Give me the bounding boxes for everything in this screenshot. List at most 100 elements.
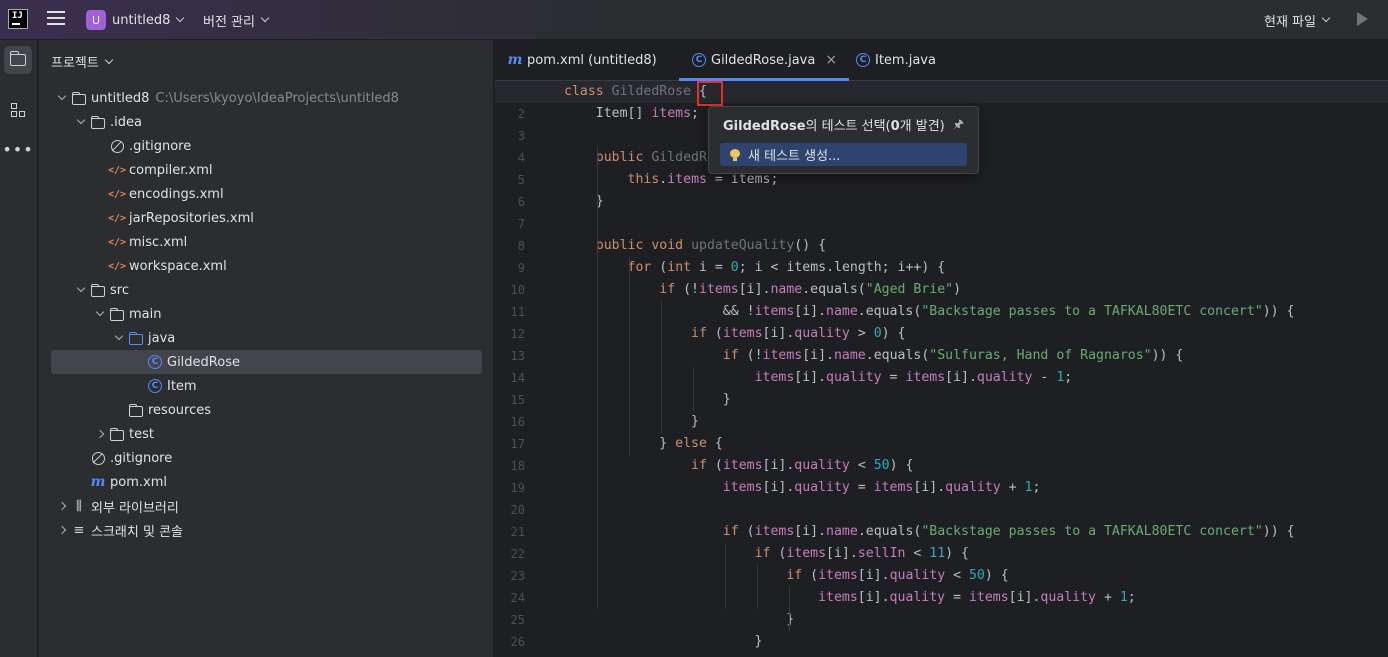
code-line[interactable]: } else {: [564, 433, 1384, 455]
tree-item-label: .gitignore: [129, 138, 192, 154]
project-tool-button[interactable]: [4, 46, 32, 74]
folder-icon: [90, 282, 106, 298]
chevron-down-icon: [104, 55, 114, 64]
tree-item[interactable]: main: [39, 302, 494, 326]
line-number: 12: [510, 327, 525, 341]
more-tools-button[interactable]: •••: [2, 136, 32, 164]
tree-item[interactable]: .idea: [39, 110, 494, 134]
code-line[interactable]: [564, 213, 1384, 235]
code-line[interactable]: items[i].quality = items[i].quality + 1;: [564, 587, 1384, 609]
create-new-test-label: 새 테스트 생성...: [748, 149, 841, 164]
code-line[interactable]: }: [564, 191, 1384, 213]
tree-item[interactable]: </> workspace.xml: [39, 254, 494, 278]
tree-item[interactable]: .gitignore: [39, 134, 494, 158]
tree-item[interactable]: .gitignore: [39, 446, 494, 470]
code-line[interactable]: items[i].quality = items[i].quality - 1;: [564, 367, 1384, 389]
tab-pom-xml[interactable]: m pom.xml (untitled8): [507, 40, 657, 80]
chevron-down-icon: [1321, 13, 1331, 23]
tree-item-label: encodings.xml: [129, 186, 224, 202]
code-line[interactable]: if (items[i].quality < 50) {: [564, 455, 1384, 477]
vcs-menu[interactable]: 버전 관리: [203, 9, 270, 31]
line-number: 3: [517, 129, 525, 143]
line-number: 10: [510, 283, 525, 297]
tree-item-path: C:\Users\kyoyo\IdeaProjects\untitled8: [155, 90, 399, 106]
main-menu-icon[interactable]: [47, 11, 65, 27]
chevron-right-icon[interactable]: [57, 525, 67, 535]
code-line[interactable]: if (!items[i].name.equals("Sulfuras, Han…: [564, 345, 1384, 367]
tree-item[interactable]: untitled8 C:\Users\kyoyo\IdeaProjects\unt…: [39, 86, 494, 110]
code-line[interactable]: }: [564, 609, 1384, 631]
tree-item[interactable]: java: [39, 326, 494, 350]
chevron-down-icon[interactable]: [57, 91, 67, 101]
tree-item[interactable]: src: [39, 278, 494, 302]
run-icon[interactable]: [1357, 12, 1368, 26]
code-line[interactable]: [564, 499, 1384, 521]
structure-icon: [10, 102, 26, 118]
line-number: 25: [510, 613, 525, 627]
code-line[interactable]: }: [564, 631, 1384, 653]
code-line[interactable]: if (items[i].name.equals("Backstage pass…: [564, 521, 1384, 543]
tree-item[interactable]: C GildedRose: [51, 350, 482, 374]
tree-item-label: compiler.xml: [129, 162, 213, 178]
chevron-down-icon[interactable]: [76, 115, 86, 125]
tree-item-label: jarRepositories.xml: [129, 210, 254, 226]
code-line[interactable]: }: [564, 411, 1384, 433]
run-config-selector[interactable]: 현재 파일: [1264, 9, 1331, 31]
chevron-down-icon[interactable]: [76, 283, 86, 293]
project-name: untitled8: [112, 12, 171, 28]
code-line[interactable]: for (int i = 0; i < items.length; i++) {: [564, 257, 1384, 279]
tree-item-label: GildedRose: [167, 354, 240, 370]
line-number: 20: [510, 503, 525, 517]
structure-tool-button[interactable]: [4, 96, 32, 124]
code-line[interactable]: && !items[i].name.equals("Backstage pass…: [564, 301, 1384, 323]
project-panel-title: 프로젝트: [51, 56, 99, 71]
tree-item[interactable]: </> encodings.xml: [39, 182, 494, 206]
tree-item[interactable]: </> compiler.xml: [39, 158, 494, 182]
code-line[interactable]: if (!items[i].name.equals("Aged Brie"): [564, 279, 1384, 301]
maven-icon: m: [507, 52, 523, 68]
tree-item[interactable]: C Item: [39, 374, 494, 398]
java-class-icon: C: [147, 378, 163, 394]
chevron-right-icon[interactable]: [57, 501, 67, 511]
line-number: 13: [510, 349, 525, 363]
vcs-menu-label: 버전 관리: [203, 14, 255, 30]
code-line[interactable]: if (items[i].sellIn < 11) {: [564, 543, 1384, 565]
code-line[interactable]: if (items[i].quality > 0) {: [564, 323, 1384, 345]
resources-folder-icon: [128, 402, 144, 418]
intellij-logo-icon[interactable]: IJ: [8, 9, 28, 29]
create-new-test-item[interactable]: 새 테스트 생성...: [720, 143, 967, 166]
line-number: 24: [510, 591, 525, 605]
source-folder-icon: [128, 330, 144, 346]
title-bar: IJ U untitled8 버전 관리 현재 파일: [0, 0, 1388, 40]
project-panel-header[interactable]: 프로젝트: [51, 52, 114, 71]
tree-item[interactable]: ≡ 스크래치 및 콘솔: [39, 518, 494, 542]
popup-title: GildedRose의 테스트 선택(0개 발견): [723, 119, 945, 134]
tree-item[interactable]: m pom.xml: [39, 470, 494, 494]
chevron-down-icon[interactable]: [95, 307, 105, 317]
tree-item[interactable]: </> jarRepositories.xml: [39, 206, 494, 230]
tree-item[interactable]: ⫼ 외부 라이브러리: [39, 494, 494, 518]
line-number: 23: [510, 569, 525, 583]
close-icon[interactable]: ×: [825, 52, 837, 68]
line-number: 18: [510, 459, 525, 473]
code-line[interactable]: class GildedRose {: [495, 81, 1388, 103]
ignore-file-icon: [90, 450, 106, 466]
chevron-down-icon: [176, 13, 185, 23]
line-number: 8: [517, 239, 525, 253]
tree-item[interactable]: resources: [39, 398, 494, 422]
line-number: 26: [510, 635, 525, 649]
project-switcher[interactable]: U untitled8: [86, 9, 185, 31]
tab-gildedrose-java[interactable]: C GildedRose.java ×: [679, 40, 850, 81]
tree-item[interactable]: test: [39, 422, 494, 446]
code-line[interactable]: items[i].quality = items[i].quality + 1;: [564, 477, 1384, 499]
code-line[interactable]: public void updateQuality() {: [564, 235, 1384, 257]
tree-item[interactable]: </> misc.xml: [39, 230, 494, 254]
tab-item-java[interactable]: C Item.java: [855, 40, 936, 80]
chevron-right-icon[interactable]: [95, 429, 105, 439]
pin-icon[interactable]: 🖈: [953, 115, 964, 136]
chevron-down-icon[interactable]: [114, 331, 124, 341]
tab-label: Item.java: [875, 52, 936, 68]
code-line[interactable]: }: [564, 389, 1384, 411]
code-line[interactable]: if (items[i].quality < 50) {: [564, 565, 1384, 587]
java-class-icon: C: [692, 53, 706, 67]
